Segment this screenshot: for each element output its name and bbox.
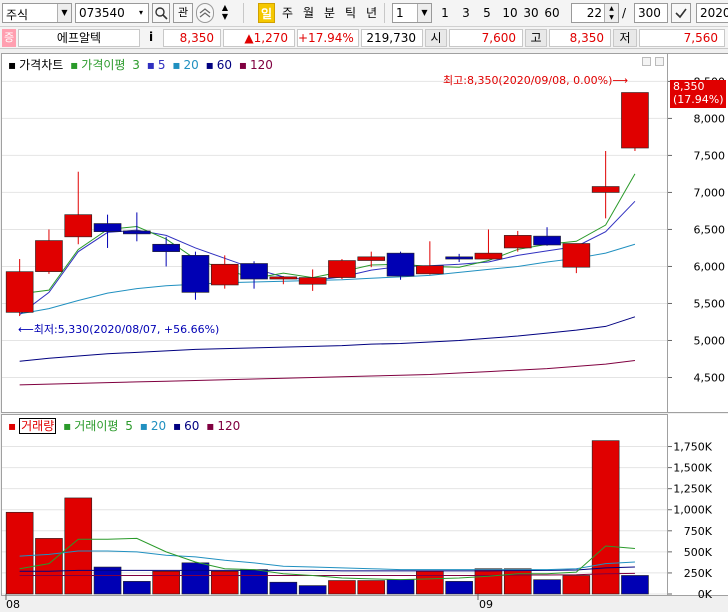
- volume-bar: [35, 538, 63, 595]
- candle-body: [210, 263, 239, 286]
- price-legend: ▪ 가격차트 ▪ 가격이평 3 ▪ 5 ▪ 20 ▪ 60 ▪ 120: [8, 56, 276, 73]
- volume-tick-label: 1,250K: [673, 483, 712, 496]
- candle-body: [181, 255, 210, 293]
- price-ma120-line: [19, 359, 636, 386]
- candle-body: [357, 256, 386, 261]
- volume-bar: [621, 575, 649, 595]
- candle-body: [445, 256, 473, 260]
- chart-canvas: 4,500 5,000 5,500 6,000 6,500 7,000 7,500 8,000…: [2, 75, 726, 601]
- candle-body: [621, 92, 649, 149]
- candle-body: [533, 235, 561, 246]
- x-label-aug: 08: [6, 598, 20, 611]
- volume-ma-label[interactable]: 거래이평: [74, 419, 118, 433]
- legend-bullet: ▪: [70, 58, 79, 72]
- volume-legend: ▪ 거래량 ▪ 거래이평 5 ▪ 20 ▪ 60 ▪ 120: [8, 417, 243, 434]
- volume-bar: [357, 580, 386, 595]
- legend-bullet: ▪: [146, 58, 155, 72]
- volume-ma60-label: 60: [184, 419, 200, 433]
- candle-body: [386, 252, 415, 277]
- candle-body: [123, 230, 151, 235]
- legend-bullet: ▪: [206, 419, 215, 433]
- volume-bar: [416, 570, 444, 595]
- candle-body: [5, 271, 34, 313]
- volume-bar: [298, 585, 327, 595]
- volume-bar: [328, 580, 356, 595]
- candle-body: [562, 243, 591, 268]
- price-tick-label: 4,500: [694, 371, 726, 384]
- price-ma60-label: 60: [216, 58, 233, 72]
- price-ma-label[interactable]: 가격이평: [81, 58, 125, 72]
- legend-bullet: ▪: [172, 58, 181, 72]
- candle-body: [503, 235, 532, 249]
- volume-ma20-label: 20: [150, 419, 167, 433]
- price-legend-title[interactable]: 가격차트: [19, 58, 63, 72]
- volume-bar: [152, 570, 180, 595]
- price-ma3-label: 3: [132, 58, 140, 72]
- price-tick-label: 5,000: [694, 334, 726, 347]
- price-ma5-line: [19, 200, 636, 315]
- candle-body: [64, 214, 93, 238]
- candle-body: [298, 277, 327, 285]
- volume-bar: [5, 511, 34, 595]
- high-annotation: 최고:8,350(2020/09/08, 0.00%)⟶: [443, 74, 629, 87]
- volume-bar: [591, 440, 620, 595]
- volume-bar: [123, 581, 151, 595]
- volume-bar: [64, 497, 93, 595]
- legend-bullet: ▪: [8, 58, 17, 72]
- volume-tick-label: 500K: [684, 546, 713, 559]
- candle-body: [328, 260, 356, 278]
- volume-bar: [240, 569, 268, 595]
- current-price-box: 8,350 (17.94%): [670, 80, 726, 108]
- candle-body: [591, 186, 620, 193]
- candle-body: [474, 252, 503, 260]
- volume-bar: [533, 579, 561, 595]
- volume-bar: [181, 562, 210, 595]
- legend-bullet: ▪: [172, 419, 182, 433]
- candle-body: [93, 223, 122, 232]
- price-tick-label: 6,000: [694, 260, 726, 273]
- volume-bar: [445, 581, 473, 595]
- pane-maximize-button[interactable]: [655, 57, 664, 66]
- volume-tick-label: 1,500K: [673, 462, 712, 475]
- legend-bullet: ▪: [63, 419, 72, 433]
- volume-bar: [562, 575, 591, 595]
- volume-bar: [210, 570, 239, 595]
- candle-body: [152, 243, 180, 252]
- price-ma3-line: [19, 173, 636, 295]
- volume-tick-label: 750K: [684, 525, 713, 538]
- price-ma20-label: 20: [183, 58, 199, 72]
- candle-body: [416, 265, 444, 275]
- price-tick-label: 7,500: [694, 149, 726, 162]
- volume-bar: [269, 581, 298, 595]
- low-annotation: ⟵최저:5,330(2020/08/07, +56.66%): [18, 323, 220, 336]
- x-label-sep: 09: [479, 598, 493, 611]
- volume-legend-title[interactable]: 거래량: [19, 418, 57, 434]
- legend-bullet: ▪: [205, 58, 214, 72]
- volume-ma5-label: 5: [125, 419, 133, 433]
- volume-tick-label: 1,000K: [673, 504, 712, 517]
- legend-bullet: ▪: [8, 419, 17, 433]
- price-tick-label: 6,500: [694, 223, 726, 236]
- volume-tick-label: 1,750K: [673, 441, 712, 454]
- current-price-box-pct: (17.94%): [673, 93, 724, 106]
- current-price-box-value: 8,350: [673, 80, 705, 93]
- price-tick-label: 5,500: [694, 297, 726, 310]
- candle-body: [240, 263, 268, 280]
- legend-bullet: ▪: [238, 58, 247, 72]
- price-ma5-label: 5: [157, 58, 166, 72]
- candle-body: [35, 240, 63, 272]
- legend-bullet: ▪: [139, 419, 148, 433]
- price-tick-label: 7,000: [694, 186, 726, 199]
- volume-tick-label: 0K: [698, 588, 713, 601]
- volume-bar: [503, 568, 532, 595]
- volume-bar: [474, 568, 503, 595]
- volume-bar: [386, 579, 415, 595]
- volume-tick-label: 250K: [684, 567, 713, 580]
- price-tick-label: 8,000: [694, 112, 726, 125]
- candle-body: [269, 276, 298, 280]
- volume-ma120-label: 120: [217, 419, 241, 433]
- price-ma120-label: 120: [250, 58, 273, 72]
- volume-bar: [93, 566, 122, 595]
- pane-minimize-button[interactable]: [642, 57, 651, 66]
